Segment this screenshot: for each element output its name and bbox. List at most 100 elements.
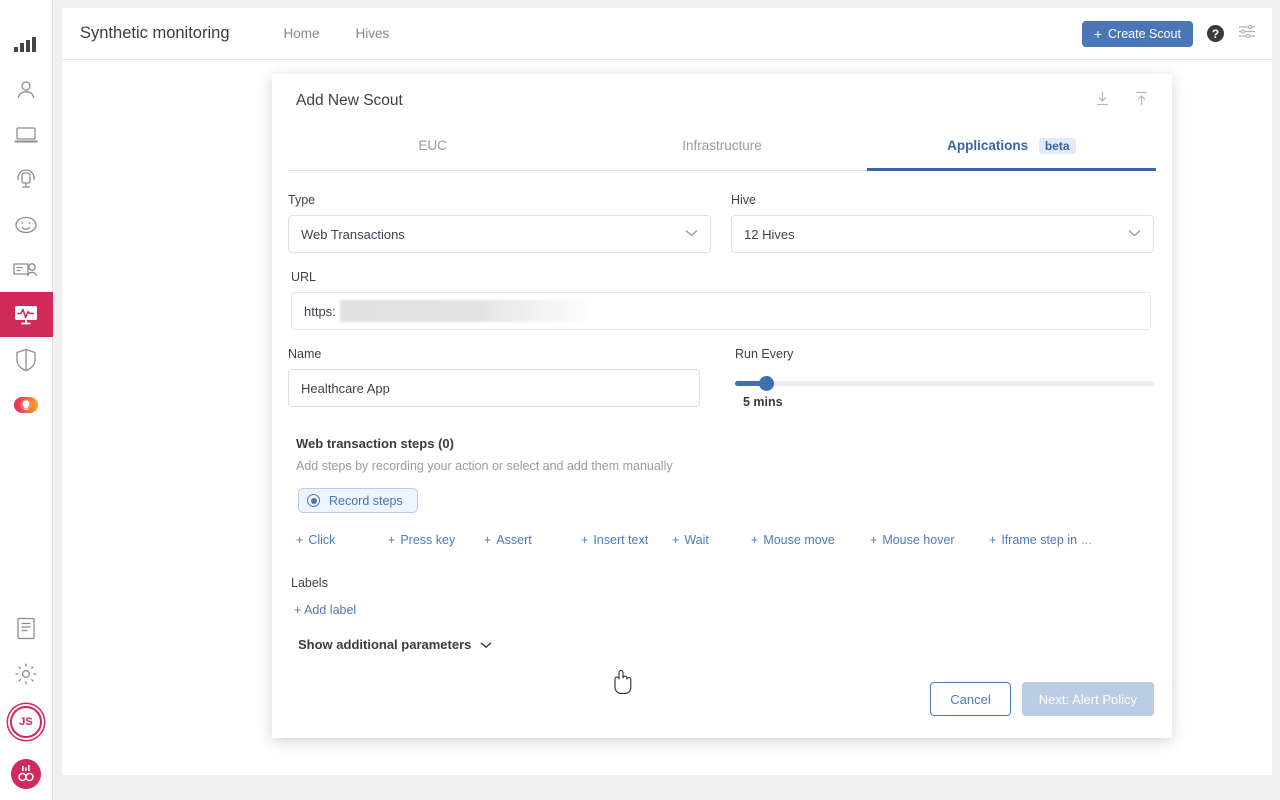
type-select[interactable]: Web Transactions [288,215,711,253]
type-select-value: Web Transactions [301,227,405,242]
page-title: Synthetic monitoring [80,24,230,43]
left-sidebar: JS [0,0,53,800]
show-additional-parameters-toggle[interactable]: Show additional parameters [298,637,492,652]
sidebar-item-support[interactable] [0,157,53,202]
sidebar-item-profiles[interactable] [0,247,53,292]
modal-header: Add New Scout [272,74,1172,128]
sidebar-item-reports[interactable] [0,606,53,651]
sidebar-item-synthetic-monitoring[interactable] [0,292,53,337]
record-steps-button[interactable]: Record steps [298,488,418,513]
next-alert-policy-button: Next: Alert Policy [1022,682,1154,716]
plus-icon: + [581,533,588,547]
nav-item-home[interactable]: Home [284,26,320,41]
cancel-button[interactable]: Cancel [930,682,1010,716]
sidebar-item-security[interactable] [0,337,53,382]
tab-applications[interactable]: Applications beta [867,128,1156,171]
help-icon[interactable]: ? [1207,25,1224,42]
laptop-icon [14,126,38,144]
name-input[interactable]: Healthcare App [288,369,700,407]
goggles-logo-icon [11,759,41,789]
url-label: URL [291,270,1151,284]
modal-footer: Cancel Next: Alert Policy [272,682,1172,738]
slider-track[interactable] [735,381,1154,386]
labels-section: Labels + Add label [288,576,1154,619]
sidebar-item-settings[interactable] [0,651,53,696]
name-runevery-row: Name Healthcare App Run Every [288,347,1154,426]
show-additional-parameters-label: Show additional parameters [298,637,471,652]
list-document-icon [16,617,36,640]
url-redacted-value [340,300,585,322]
upload-icon[interactable] [1133,90,1150,112]
add-step-wait[interactable]: +Wait [672,533,751,547]
avatar[interactable]: JS [0,696,53,748]
add-step-mouse-move[interactable]: + Mouse move [751,533,870,547]
nav-item-hives[interactable]: Hives [356,26,390,41]
add-step-assert[interactable]: +Assert [484,533,581,547]
avatar-initials: JS [10,706,42,738]
add-label-button[interactable]: + Add label [294,603,356,617]
sidebar-item-insights[interactable] [0,382,53,427]
sidebar-item-experience[interactable] [0,202,53,247]
url-field: URL https: [288,270,1154,330]
type-label: Type [288,193,711,207]
record-steps-label: Record steps [329,494,403,508]
plus-icon: + [1094,27,1102,41]
modal-header-actions [1094,90,1150,112]
plus-icon: + [751,533,758,547]
url-prefix: https: [304,304,336,319]
monitor-pulse-icon [13,304,39,326]
run-every-label: Run Every [735,347,1154,361]
tab-infrastructure[interactable]: Infrastructure [577,128,866,170]
add-step-iframe-step-in[interactable]: + Iframe step in [989,533,1081,547]
sidebar-item-devices[interactable] [0,112,53,157]
name-field: Name Healthcare App [288,347,700,409]
tab-euc-label: EUC [418,138,447,153]
slider-thumb[interactable] [759,376,774,391]
tab-applications-label: Applications [947,138,1028,153]
download-icon[interactable] [1094,90,1111,112]
brand-logo[interactable] [0,748,53,800]
top-bar-actions: + Create Scout ? [1082,21,1256,47]
chevron-down-icon [685,228,698,240]
modal-body: Type Web Transactions Hive 12 [272,171,1172,682]
beta-badge: beta [1039,138,1076,154]
chevron-down-icon [1128,228,1141,240]
labels-label: Labels [291,576,1154,590]
chevron-down-icon [480,637,492,652]
sliders-icon[interactable] [1238,23,1256,44]
add-step-insert-text[interactable]: + Insert text [581,533,672,547]
plus-icon: + [870,533,877,547]
label: Insert text [593,533,648,547]
add-step-click[interactable]: + Click [296,533,388,547]
add-step-mouse-hover[interactable]: +Mouse hover [870,533,989,547]
label: Mouse move [763,533,835,547]
modal-tabs: EUC Infrastructure Applications beta [288,128,1156,171]
run-every-slider[interactable]: 5 mins [735,369,1154,409]
create-scout-label: Create Scout [1108,27,1181,41]
more-steps-button[interactable]: ... [1081,532,1092,547]
add-step-press-key[interactable]: + Press key [388,533,484,547]
url-input[interactable]: https: [291,292,1151,330]
sidebar-item-dashboards[interactable] [0,22,53,67]
run-every-field: Run Every 5 mins [720,347,1154,409]
hive-select[interactable]: 12 Hives [731,215,1154,253]
tab-euc[interactable]: EUC [288,128,577,170]
label: Press key [400,533,455,547]
run-every-value: 5 mins [743,395,1154,409]
hive-label: Hive [731,193,1154,207]
add-new-scout-modal: Add New Scout [272,74,1172,738]
main-area: Synthetic monitoring Home Hives + Create… [53,0,1280,800]
type-hive-row: Type Web Transactions Hive 12 [288,193,1154,270]
modal-title: Add New Scout [296,92,403,110]
label: Click [308,533,335,547]
label: Iframe step in [1001,533,1077,547]
name-input-value: Healthcare App [301,381,390,396]
plus-icon: + [388,533,395,547]
plus-icon: + [296,533,303,547]
sidebar-item-users[interactable] [0,67,53,112]
plus-icon: + [989,533,996,547]
app-root: JS Synthetic monitoring Home H [0,0,1280,800]
create-scout-button[interactable]: + Create Scout [1082,21,1193,47]
plus-icon: + [672,533,679,547]
steps-title: Web transaction steps (0) [296,436,1154,451]
